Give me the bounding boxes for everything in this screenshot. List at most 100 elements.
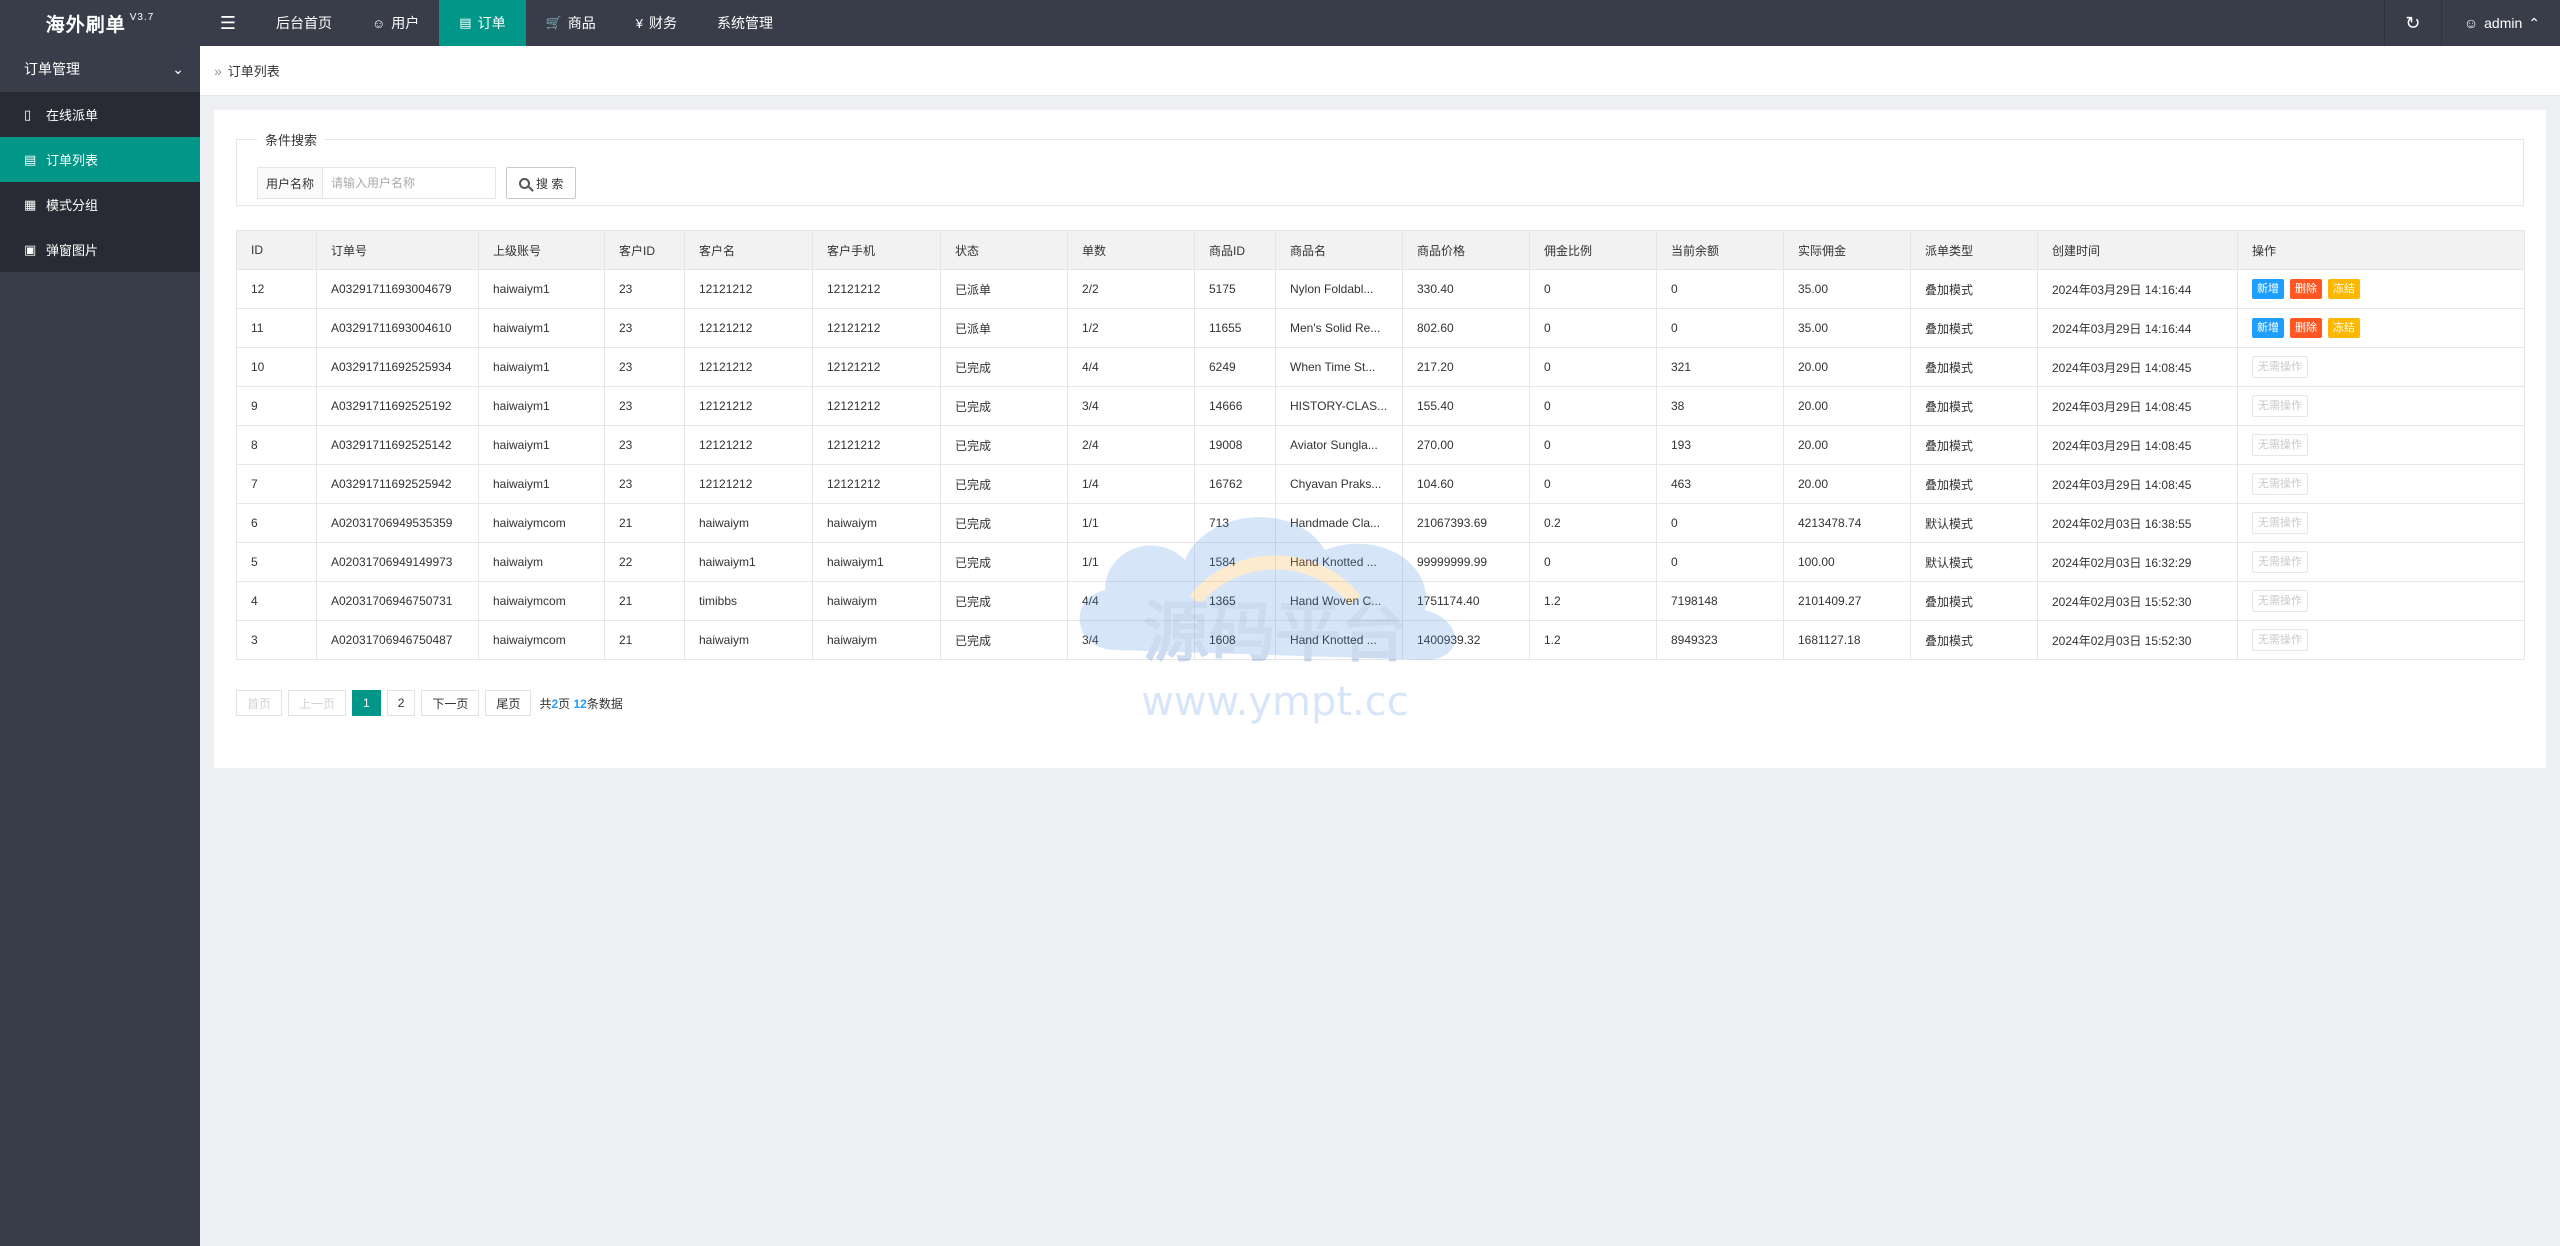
cell-price: 1751174.40 — [1402, 581, 1530, 621]
cell-parent: haiwaiymcom — [478, 620, 605, 660]
admin-menu[interactable]: ☺ admin ⌃ — [2440, 0, 2560, 46]
cell-type[interactable]: 叠加模式 — [1910, 386, 2038, 426]
nav-item-system[interactable]: 系统管理 — [697, 0, 793, 46]
table-row: 8 A03291711692525142 haiwaiym1 23 12121212 12… — [236, 425, 2525, 465]
cell-order-no: A02031706946750731 — [316, 581, 479, 621]
cell-type[interactable]: 叠加模式 — [1910, 581, 2038, 621]
cell-count: 4/4 — [1067, 347, 1195, 387]
delete-button[interactable]: 删除 — [2290, 318, 2322, 338]
table-row: 9 A03291711692525192 haiwaiym1 23 12121212 12… — [236, 386, 2525, 426]
cell-phone: haiwaiym1 — [812, 542, 941, 582]
nav-item-order[interactable]: ▤ 订单 — [439, 0, 526, 46]
prev-page-button[interactable]: 上一页 — [288, 690, 347, 716]
cell-actions: 无需操作 — [2237, 347, 2525, 387]
cell-commission: 100.00 — [1783, 542, 1911, 582]
sidebar-item-dispatch[interactable]: ▯ 在线派单 — [0, 92, 200, 137]
cell-goods-name: Men's Solid Re... — [1275, 308, 1403, 348]
next-page-button[interactable]: 下一页 — [421, 690, 480, 716]
nav-item-home[interactable]: 后台首页 — [256, 0, 352, 46]
cell-cust-id: 21 — [604, 620, 685, 660]
sidebar-group-label: 订单管理 — [24, 61, 80, 77]
sidebar-item-popup-image[interactable]: ▣ 弹窗图片 — [0, 227, 200, 272]
column-header: 当前余额 — [1656, 230, 1784, 270]
column-header: 佣金比例 — [1529, 230, 1657, 270]
cell-rate: 0 — [1529, 425, 1657, 465]
sidebar-item-order-list[interactable]: ▤ 订单列表 — [0, 137, 200, 182]
cell-type[interactable]: 叠加模式 — [1910, 308, 2038, 348]
cell-goods-name: Nylon Foldabl... — [1275, 269, 1403, 309]
cell-type[interactable]: 叠加模式 — [1910, 347, 2038, 387]
menu-toggle-icon[interactable]: ☰ — [200, 0, 256, 46]
cell-type[interactable]: 叠加模式 — [1910, 620, 2038, 660]
table-row: 3 A02031706946750487 haiwaiymcom 21 haiwaiym… — [236, 620, 2525, 660]
first-page-button[interactable]: 首页 — [236, 690, 283, 716]
freeze-button[interactable]: 冻结 — [2328, 318, 2360, 338]
cell-type[interactable]: 叠加模式 — [1910, 425, 2038, 465]
cell-rate: 0 — [1529, 347, 1657, 387]
sidebar-item-label: 模式分组 — [46, 198, 99, 213]
cell-parent: haiwaiym1 — [478, 269, 605, 309]
last-page-button[interactable]: 尾页 — [485, 690, 532, 716]
cell-phone: haiwaiym — [812, 581, 941, 621]
cell-count: 1/4 — [1067, 464, 1195, 504]
username-input[interactable] — [323, 168, 496, 198]
cell-goods-name: Hand Knotted ... — [1275, 542, 1403, 582]
cell-phone: haiwaiym — [812, 620, 941, 660]
refresh-icon[interactable]: ↻ — [2383, 0, 2441, 46]
cell-rate: 0 — [1529, 542, 1657, 582]
cell-goods-id: 713 — [1194, 503, 1276, 543]
user-icon: ☺ — [372, 15, 386, 31]
freeze-button[interactable]: 冻结 — [2328, 279, 2360, 299]
sidebar-group-order[interactable]: 订单管理 ⌄ — [0, 46, 200, 92]
cell-balance: 0 — [1656, 503, 1784, 543]
cell-goods-name: Chyavan Praks... — [1275, 464, 1403, 504]
app-title: 海外刷单 — [45, 14, 126, 36]
nav-finance-label: 财务 — [649, 15, 677, 31]
page-1-button[interactable]: 1 — [352, 690, 381, 716]
nav-item-user[interactable]: ☺ 用户 — [352, 0, 439, 46]
search-button[interactable]: 搜 索 — [506, 167, 577, 199]
yen-icon: ¥ — [635, 15, 643, 31]
cell-goods-id: 14666 — [1194, 386, 1276, 426]
delete-button[interactable]: 删除 — [2290, 279, 2322, 299]
table-body: 12 A03291711693004679 haiwaiym1 23 12121212 1… — [236, 269, 2525, 660]
cell-rate: 1.2 — [1529, 581, 1657, 621]
cell-rate: 1.2 — [1529, 620, 1657, 660]
cell-phone: 12121212 — [812, 464, 941, 504]
sidebar-item-mode-group[interactable]: ▦ 模式分组 — [0, 182, 200, 227]
cell-type[interactable]: 默认模式 — [1910, 503, 2038, 543]
chevron-down-icon: ⌄ — [172, 60, 184, 77]
app-logo[interactable]: 海外刷单 V3.7 — [0, 0, 200, 46]
cell-price: 21067393.69 — [1402, 503, 1530, 543]
cell-count: 3/4 — [1067, 620, 1195, 660]
cell-goods-id: 19008 — [1194, 425, 1276, 465]
cell-id: 7 — [236, 464, 317, 504]
sidebar-item-label: 在线派单 — [46, 108, 99, 123]
cell-type[interactable]: 叠加模式 — [1910, 269, 2038, 309]
cell-created: 2024年02月03日 16:32:29 — [2037, 542, 2238, 582]
cell-goods-id: 1608 — [1194, 620, 1276, 660]
table-header-row: ID 订单号 上级账号 客户ID 客户名 客户手机 状态 单数 商品ID 商品名 商品价格 佣金比例当… — [236, 230, 2525, 270]
group-icon: ▦ — [24, 196, 37, 212]
order-table: ID 订单号 上级账号 客户ID 客户名 客户手机 状态 单数 商品ID 商品名 商品价格 佣金比例当… — [236, 230, 2525, 660]
cell-goods-id: 6249 — [1194, 347, 1276, 387]
table-row: 6 A02031706949535359 haiwaiymcom 21 haiwaiym… — [236, 503, 2525, 543]
list-icon: ▤ — [24, 151, 37, 167]
cell-id: 5 — [236, 542, 317, 582]
pages-suffix: 页 — [558, 696, 571, 711]
add-button[interactable]: 新增 — [2252, 318, 2284, 338]
rows-suffix: 条数据 — [586, 696, 623, 711]
admin-label: admin — [2484, 15, 2523, 31]
cell-cust-id: 23 — [604, 347, 685, 387]
add-button[interactable]: 新增 — [2252, 279, 2284, 299]
page-2-button[interactable]: 2 — [386, 690, 416, 716]
cell-id: 11 — [236, 308, 317, 348]
image-icon: ▣ — [24, 241, 37, 257]
cell-type[interactable]: 默认模式 — [1910, 542, 2038, 582]
cell-cust-name: 12121212 — [684, 425, 813, 465]
cell-cust-name: haiwaiym1 — [684, 542, 813, 582]
cell-order-no: A03291711692525934 — [316, 347, 479, 387]
nav-item-finance[interactable]: ¥ 财务 — [616, 0, 697, 46]
cell-type[interactable]: 叠加模式 — [1910, 464, 2038, 504]
nav-item-goods[interactable]: 🛒 商品 — [526, 0, 616, 46]
